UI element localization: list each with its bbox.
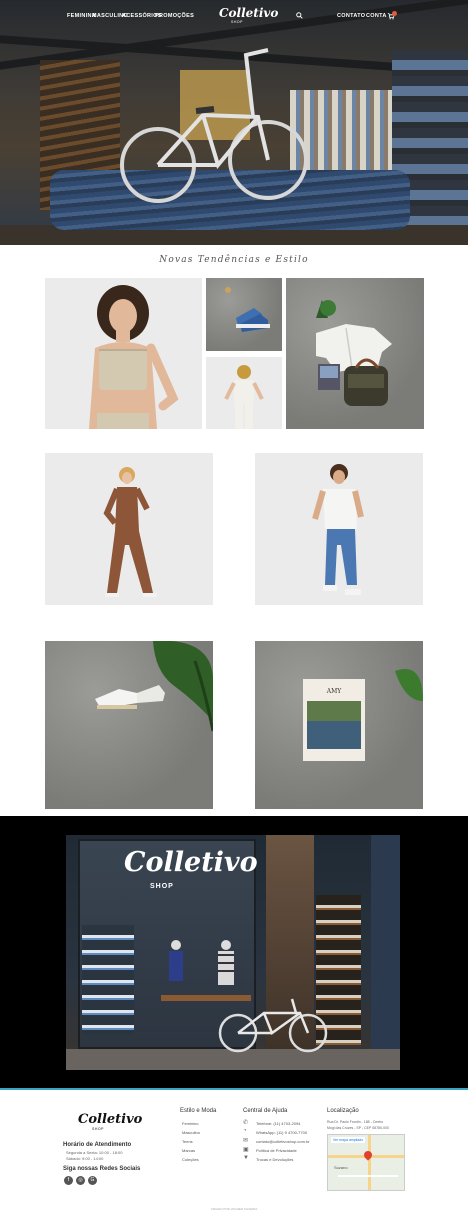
link-teens[interactable]: Teens [182,1139,193,1144]
lock-icon: ▣ [243,1147,249,1153]
search-icon[interactable] [296,12,303,19]
phone-icon: ✆ [243,1120,249,1126]
top-navigation: FEMININA MASCULINO ACESSÓRIOS PROMOÇÕES … [0,0,468,34]
nav-promocoes[interactable]: PROMOÇÕES [155,13,194,19]
map-road [368,1135,371,1190]
google-icon[interactable]: G [88,1176,97,1185]
storefront-sign-sub: SHOP [150,883,174,890]
col-location-title: Localização [327,1108,359,1114]
email-icon: ✉ [243,1138,249,1144]
whatsapp-icon: ◔ [243,1128,247,1134]
magazine-image: AMY [303,669,423,761]
brand-logo-sub: SHOP [231,20,243,24]
nav-conta[interactable]: CONTA [366,13,387,19]
facebook-icon[interactable]: f [64,1176,73,1185]
brand-logo[interactable]: Colletivo [219,6,278,20]
sneakers-image [95,641,213,732]
link-marcas[interactable]: Marcas [182,1148,195,1153]
model-figure [103,467,157,597]
bicycle [120,48,308,203]
col-style-title: Estilo e Moda [180,1108,217,1114]
footer-credits: CRIADO POR VAGNER SILVEIRA [210,1207,258,1211]
link-colecoes[interactable]: Coleções [182,1157,199,1162]
cart-count-badge [392,11,397,16]
map-place-label: Suzano [334,1165,348,1170]
footer-divider [0,1088,468,1090]
location-map[interactable]: Ver mapa ampliado Suzano [327,1134,405,1191]
product-woman-brown-outfit[interactable] [45,453,213,605]
storefront-sign: Colletivo [124,847,258,878]
blue-pillar [371,835,400,1070]
model-figure [89,285,179,429]
social-title: Siga nossas Redes Sociais [63,1166,141,1172]
product-flatlay-shirt-bag[interactable] [286,278,424,429]
product-woman-crop-top[interactable] [45,278,202,429]
link-email[interactable]: contato@colletivoshop.com.br [256,1139,310,1144]
storefront-bicycle [218,998,328,1053]
product-magazine[interactable]: AMY [255,641,423,809]
section-title: Novas Tendências e Estilo [159,255,309,265]
map-pin-icon [362,1149,374,1161]
col-help-title: Central de Ajuda [243,1108,288,1114]
link-trocas[interactable]: Trocas e Devoluções [256,1157,293,1162]
link-whatsapp[interactable]: WhatsApp: (11) 9 4700-7700 [256,1130,307,1135]
product-white-sneakers[interactable] [45,641,213,809]
link-feminino[interactable]: Feminino [182,1121,198,1126]
storefront-photo: Colletivo SHOP [66,835,400,1070]
map-enlarge-link[interactable]: Ver mapa ampliado [331,1137,366,1143]
footer-logo-sub: SHOP [92,1127,104,1131]
model-figure [224,365,264,429]
product-man-white-tee[interactable] [255,453,423,605]
hours-weekday: Segunda a Sexta: 10:00 - 18:00 [66,1150,123,1155]
link-masculino[interactable]: Masculino [182,1130,200,1135]
shirt-icon: ▼ [243,1155,249,1161]
flatlay-image [316,300,392,406]
map-road [338,1175,398,1177]
model-figure [312,464,364,595]
product-sneakers-blue[interactable] [206,278,282,351]
shoe-shelf [82,925,134,1035]
svg-text:AMY: AMY [326,688,342,695]
instagram-icon[interactable]: ◎ [76,1176,85,1185]
nav-contato[interactable]: CONTATO [337,13,365,19]
hours-saturday: Sábado: 9:00 - 14:00 [66,1156,104,1161]
sneakers-image [225,287,270,332]
link-privacidade[interactable]: Política de Privacidade [256,1148,297,1153]
address-line-1: Rua Dr. Paulo Frontin - 188 - Centro [327,1120,384,1124]
hours-title: Horário de Atendimento [63,1142,132,1148]
footer-logo[interactable]: Colletivo [78,1112,142,1127]
address-line-2: Mogi das Cruzes - SP - CEP 08780-000 [327,1126,389,1130]
product-woman-white-set[interactable] [206,357,282,429]
link-telefone[interactable]: Telefone: (11) 4703-2094 [256,1121,300,1126]
hero-banner: FEMININA MASCULINO ACESSÓRIOS PROMOÇÕES … [0,0,468,245]
